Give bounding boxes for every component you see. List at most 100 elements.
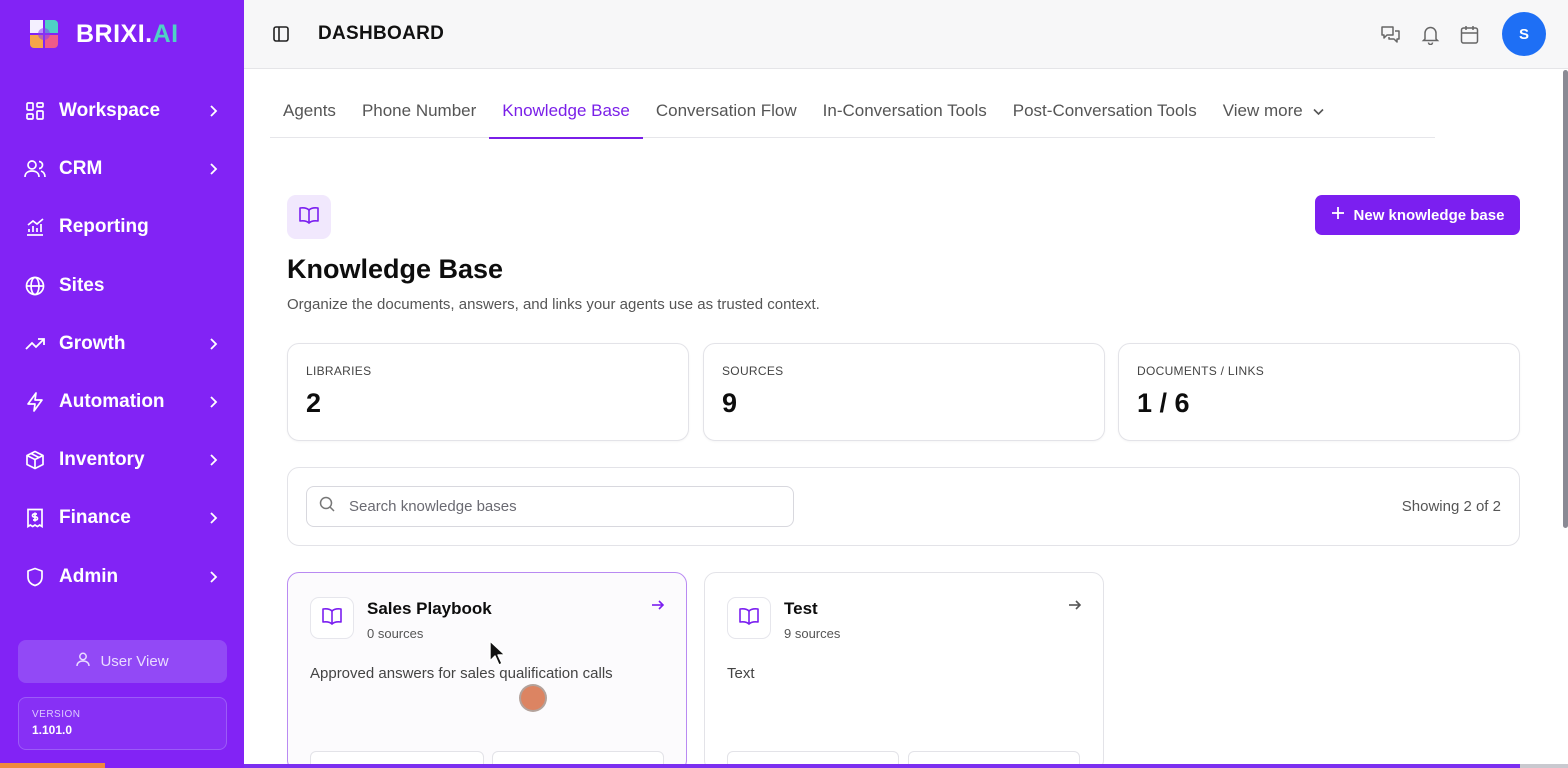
chevron-right-icon <box>206 337 220 351</box>
arrow-right-icon[interactable] <box>1067 597 1083 613</box>
bottom-bar-end <box>1520 764 1568 768</box>
chevron-right-icon <box>206 162 220 176</box>
tab-post-conversation-tools[interactable]: Post-Conversation Tools <box>1000 84 1210 138</box>
sidebar-item-workspace[interactable]: Workspace <box>0 82 244 140</box>
chevron-right-icon <box>206 104 220 118</box>
chevron-right-icon <box>206 570 220 584</box>
knowledge-base-card[interactable]: Test 9 sources Text <box>704 572 1104 768</box>
version-box: VERSION 1.101.0 <box>18 697 227 750</box>
bell-icon[interactable] <box>1420 24 1441 46</box>
page-heading: Knowledge Base <box>287 254 504 284</box>
sidebar-item-label: Growth <box>59 332 126 354</box>
tab-phone-number[interactable]: Phone Number <box>349 84 489 138</box>
avatar[interactable]: S <box>1502 12 1546 56</box>
new-knowledge-base-button[interactable]: New knowledge base <box>1315 195 1520 235</box>
book-open-icon <box>321 606 343 631</box>
stat-card-libraries: LIBRARIES 2 <box>287 343 689 441</box>
tab-bar: Agents Phone Number Knowledge Base Conve… <box>270 84 1435 139</box>
tab-knowledge-base[interactable]: Knowledge Base <box>489 84 643 139</box>
sidebar: BRIXI.AI Workspace CRM Reporting Sites G… <box>0 0 244 768</box>
user-icon <box>76 652 91 671</box>
card-icon-box <box>727 597 771 639</box>
sidebar-item-sites[interactable]: Sites <box>0 257 244 315</box>
globe-icon <box>24 275 46 297</box>
search-input[interactable] <box>349 498 789 515</box>
results-count: Showing 2 of 2 <box>1401 498 1501 515</box>
version-label: VERSION <box>32 709 81 720</box>
sidebar-item-label: Finance <box>59 507 131 529</box>
new-knowledge-base-label: New knowledge base <box>1353 206 1505 224</box>
grid-icon <box>24 100 46 122</box>
chat-icon[interactable] <box>1380 24 1401 45</box>
chart-icon <box>24 216 46 238</box>
card-sources: 9 sources <box>784 626 841 641</box>
sidebar-item-automation[interactable]: Automation <box>0 373 244 431</box>
receipt-icon <box>24 507 46 529</box>
page-subtitle: Organize the documents, answers, and lin… <box>287 296 820 313</box>
stat-value: 9 <box>722 388 738 418</box>
search-field[interactable] <box>306 486 794 527</box>
sidebar-item-label: Admin <box>59 565 119 587</box>
brand-logo[interactable]: BRIXI.AI <box>26 16 179 52</box>
sidebar-nav: Workspace CRM Reporting Sites Growth Aut… <box>0 82 244 606</box>
version-value: 1.101.0 <box>32 723 73 737</box>
book-open-icon <box>298 205 320 230</box>
tab-agents[interactable]: Agents <box>270 84 349 138</box>
user-view-button[interactable]: User View <box>18 640 227 683</box>
card-sources: 0 sources <box>367 626 424 641</box>
card-icon-box <box>310 597 354 639</box>
sidebar-item-label: Workspace <box>59 100 161 122</box>
top-header: DASHBOARD S <box>244 0 1568 69</box>
knowledge-base-header-icon <box>287 195 331 239</box>
chevron-right-icon <box>206 453 220 467</box>
zap-icon <box>24 391 46 413</box>
page-title: DASHBOARD <box>318 23 445 44</box>
sidebar-item-reporting[interactable]: Reporting <box>0 198 244 256</box>
click-indicator <box>519 684 547 712</box>
card-title: Test <box>784 599 818 618</box>
sidebar-item-label: Reporting <box>59 216 149 238</box>
mouse-cursor-icon <box>489 640 509 666</box>
sidebar-item-label: Inventory <box>59 449 145 471</box>
user-view-label: User View <box>100 653 169 670</box>
search-panel: Showing 2 of 2 <box>287 467 1520 546</box>
sidebar-progress-bar <box>0 763 105 768</box>
logo-text: BRIXI.AI <box>76 19 179 48</box>
bottom-accent-bar <box>244 764 1568 768</box>
logo-icon <box>26 16 62 52</box>
package-icon <box>24 449 46 471</box>
stat-card-documents-links: DOCUMENTS / LINKS 1 / 6 <box>1118 343 1520 441</box>
chevron-down-icon <box>1313 101 1324 121</box>
page-scrollbar[interactable] <box>1563 70 1568 528</box>
book-open-icon <box>738 606 760 631</box>
chevron-right-icon <box>206 395 220 409</box>
stat-card-sources: SOURCES 9 <box>703 343 1105 441</box>
sidebar-item-label: CRM <box>59 158 103 180</box>
users-icon <box>24 158 46 180</box>
card-description: Text <box>727 665 755 682</box>
sidebar-item-inventory[interactable]: Inventory <box>0 431 244 489</box>
tab-view-more[interactable]: View more <box>1210 84 1337 138</box>
sidebar-item-label: Sites <box>59 274 105 296</box>
arrow-right-icon[interactable] <box>650 597 666 613</box>
stat-value: 2 <box>306 388 322 418</box>
search-icon <box>319 496 335 517</box>
stat-label: LIBRARIES <box>306 364 372 378</box>
sidebar-item-growth[interactable]: Growth <box>0 315 244 373</box>
shield-icon <box>24 566 46 588</box>
card-description: Approved answers for sales qualification… <box>310 665 613 682</box>
sidebar-item-finance[interactable]: Finance <box>0 489 244 547</box>
stat-value: 1 / 6 <box>1137 388 1190 418</box>
plus-icon <box>1331 206 1345 224</box>
tab-in-conversation-tools[interactable]: In-Conversation Tools <box>810 84 1000 138</box>
sidebar-item-crm[interactable]: CRM <box>0 140 244 198</box>
tab-conversation-flow[interactable]: Conversation Flow <box>643 84 810 138</box>
chevron-right-icon <box>206 511 220 525</box>
sidebar-item-admin[interactable]: Admin <box>0 548 244 606</box>
knowledge-base-card[interactable]: Sales Playbook 0 sources Approved answer… <box>287 572 687 768</box>
calendar-icon[interactable] <box>1459 24 1480 45</box>
card-title: Sales Playbook <box>367 599 492 618</box>
sidebar-item-label: Automation <box>59 391 165 413</box>
sidebar-toggle-icon[interactable] <box>272 25 290 43</box>
trending-up-icon <box>24 333 46 355</box>
